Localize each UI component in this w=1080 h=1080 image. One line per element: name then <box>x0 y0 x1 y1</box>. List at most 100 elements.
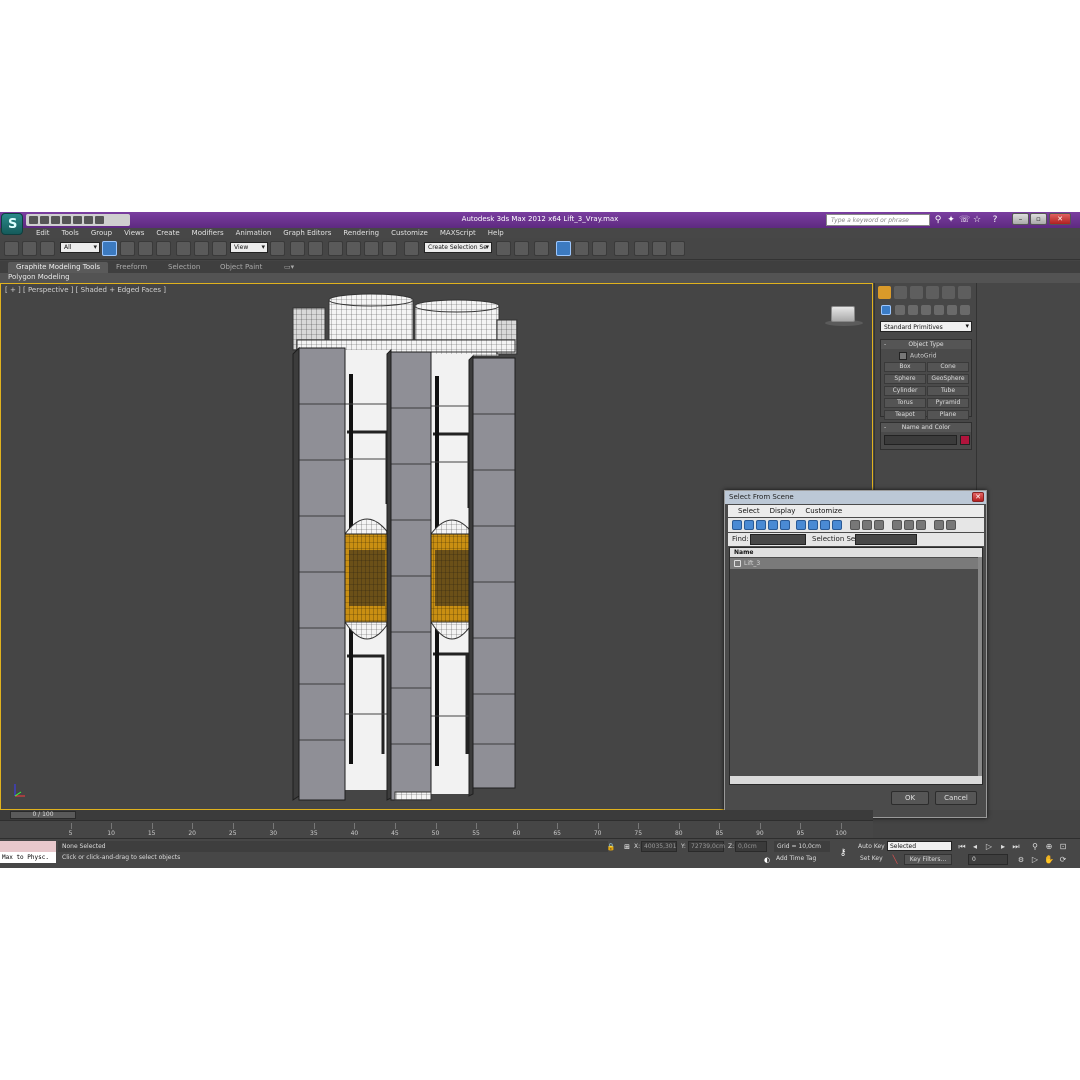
motion-tab-icon[interactable] <box>926 286 939 299</box>
maxscript-listener[interactable]: Max to Physc. <box>0 852 56 863</box>
menu-group[interactable]: Group <box>85 228 118 238</box>
named-selection-dropdown[interactable]: Create Selection Se <box>424 242 492 253</box>
spinner-snap-icon[interactable] <box>382 241 397 256</box>
ribbon-options-icon[interactable]: ▭▾ <box>276 262 302 273</box>
close-button[interactable]: ✕ <box>1049 213 1071 225</box>
teapot-button[interactable]: Teapot <box>884 410 926 420</box>
menu-graph-editors[interactable]: Graph Editors <box>277 228 337 238</box>
z-coordinate-field[interactable]: 0,0cm <box>735 841 767 852</box>
menu-create[interactable]: Create <box>150 228 185 238</box>
play-icon[interactable]: ▷ <box>984 842 994 852</box>
lock-selection-icon[interactable]: 🔒 <box>606 842 616 852</box>
select-object-icon[interactable] <box>102 241 117 256</box>
reference-coordinate-dropdown[interactable]: View <box>230 242 268 253</box>
display-xrefs-icon[interactable] <box>820 520 830 530</box>
key-filters-button[interactable]: Key Filters... <box>904 854 952 865</box>
space-warps-icon[interactable] <box>947 305 957 315</box>
ribbon-panel-label[interactable]: Polygon Modeling <box>0 273 1080 283</box>
display-groups-icon[interactable] <box>808 520 818 530</box>
tab-freeform[interactable]: Freeform <box>108 262 155 273</box>
time-configuration-icon[interactable]: ⚙ <box>1016 855 1026 865</box>
tab-selection[interactable]: Selection <box>160 262 208 273</box>
add-time-tag-button[interactable]: Add Time Tag <box>776 855 816 862</box>
menu-rendering[interactable]: Rendering <box>337 228 385 238</box>
time-slider-thumb[interactable]: 0 / 100 <box>10 811 76 819</box>
tube-button[interactable]: Tube <box>927 386 969 396</box>
mirror-icon[interactable] <box>496 241 511 256</box>
maximize-button[interactable]: ▫ <box>1030 213 1047 225</box>
bind-space-warp-icon[interactable] <box>40 241 55 256</box>
display-invert-icon[interactable] <box>874 520 884 530</box>
cylinder-button[interactable]: Cylinder <box>884 386 926 396</box>
display-none-icon[interactable] <box>862 520 872 530</box>
link-icon[interactable] <box>4 241 19 256</box>
display-space-warps-icon[interactable] <box>796 520 806 530</box>
sync-selection-icon[interactable] <box>946 520 956 530</box>
default-in-out-tangents-icon[interactable]: ╲ <box>890 855 900 865</box>
menu-animation[interactable]: Animation <box>230 228 278 238</box>
percent-snap-icon[interactable] <box>364 241 379 256</box>
select-manipulate-icon[interactable] <box>290 241 305 256</box>
menu-customize[interactable]: Customize <box>385 228 434 238</box>
application-menu-icon[interactable] <box>1 213 23 235</box>
menu-edit[interactable]: Edit <box>30 228 56 238</box>
list-horizontal-scrollbar[interactable] <box>730 776 982 784</box>
hierarchy-tab-icon[interactable] <box>910 286 923 299</box>
go-to-end-icon[interactable]: ⏭ <box>1011 842 1021 852</box>
menu-tools[interactable]: Tools <box>56 228 85 238</box>
zoom-all-icon[interactable]: ⊕ <box>1044 842 1054 852</box>
dialog-menu-display[interactable]: Display <box>766 505 800 517</box>
absolute-mode-icon[interactable]: ⊞ <box>622 842 632 852</box>
curve-editor-icon[interactable] <box>574 241 589 256</box>
keyboard-shortcut-icon[interactable] <box>308 241 323 256</box>
select-invert-icon[interactable] <box>916 520 926 530</box>
sphere-button[interactable]: Sphere <box>884 374 926 384</box>
display-shapes-icon[interactable] <box>744 520 754 530</box>
zoom-extents-icon[interactable]: ⊡ <box>1058 842 1068 852</box>
find-input[interactable] <box>750 534 806 545</box>
menu-views[interactable]: Views <box>118 228 150 238</box>
favorites-icon[interactable]: ☆ <box>972 215 982 225</box>
edit-named-selection-icon[interactable] <box>404 241 419 256</box>
pyramid-button[interactable]: Pyramid <box>927 398 969 408</box>
key-icon[interactable]: ⚷ <box>838 848 848 858</box>
tab-graphite-modeling-tools[interactable]: Graphite Modeling Tools <box>8 262 109 273</box>
object-type-header[interactable]: Object Type <box>881 340 971 349</box>
pivot-center-icon[interactable] <box>270 241 285 256</box>
plane-button[interactable]: Plane <box>927 410 969 420</box>
torus-button[interactable]: Torus <box>884 398 926 408</box>
systems-icon[interactable] <box>960 305 970 315</box>
pan-icon[interactable]: ✋ <box>1044 855 1054 865</box>
cameras-icon[interactable] <box>921 305 931 315</box>
list-vertical-scrollbar[interactable] <box>978 557 982 776</box>
time-tag-icon[interactable]: ◐ <box>762 855 772 865</box>
orbit-icon[interactable]: ⟳ <box>1058 855 1068 865</box>
time-slider[interactable]: 0 / 100 <box>0 810 873 820</box>
zoom-icon[interactable]: ⚲ <box>1030 842 1040 852</box>
graphite-ribbon-icon[interactable] <box>556 241 571 256</box>
filter-icon[interactable] <box>934 520 944 530</box>
list-item[interactable]: Lift_3 <box>730 558 978 569</box>
helpers-icon[interactable] <box>934 305 944 315</box>
select-none-icon[interactable] <box>904 520 914 530</box>
display-helpers-icon[interactable] <box>780 520 790 530</box>
communication-icon[interactable]: ☏ <box>959 215 970 225</box>
utilities-tab-icon[interactable] <box>958 286 971 299</box>
layer-manager-icon[interactable] <box>534 241 549 256</box>
snaps-toggle-icon[interactable] <box>328 241 343 256</box>
menu-modifiers[interactable]: Modifiers <box>186 228 230 238</box>
align-icon[interactable] <box>514 241 529 256</box>
maxscript-listener-top[interactable] <box>0 841 56 852</box>
select-by-name-icon[interactable] <box>120 241 135 256</box>
minimize-button[interactable]: – <box>1012 213 1029 225</box>
go-to-start-icon[interactable]: ⏮ <box>957 842 967 852</box>
subscription-icon[interactable]: ✦ <box>946 215 956 225</box>
dialog-menu-customize[interactable]: Customize <box>801 505 846 517</box>
ok-button[interactable]: OK <box>891 791 929 805</box>
angle-snap-icon[interactable] <box>346 241 361 256</box>
help-icon[interactable]: ? <box>990 215 1000 225</box>
object-category-dropdown[interactable]: Standard Primitives <box>880 321 972 332</box>
unlink-icon[interactable] <box>22 241 37 256</box>
cone-button[interactable]: Cone <box>927 362 969 372</box>
window-crossing-icon[interactable] <box>156 241 171 256</box>
